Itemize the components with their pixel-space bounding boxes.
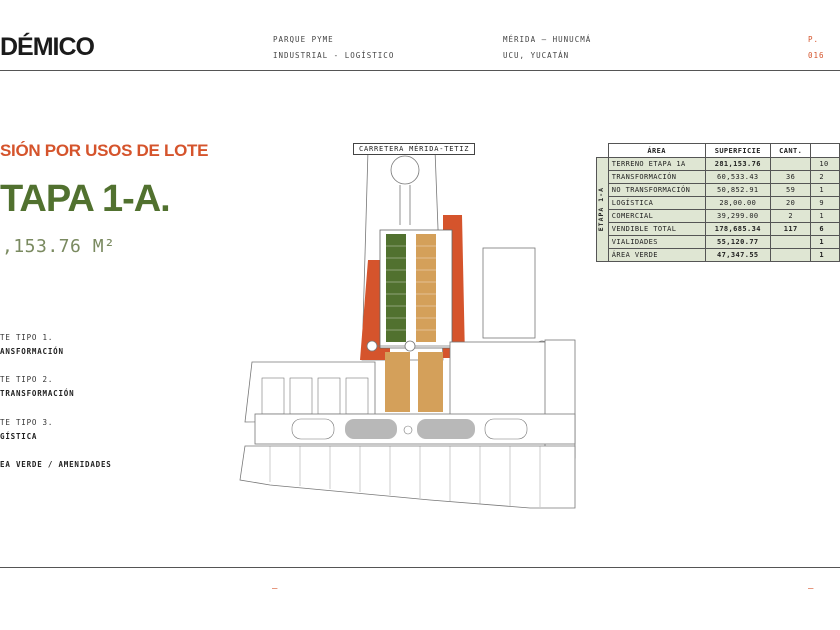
brand-logo: DÉMICO [0,33,95,61]
table-header-row: ÁREA SUPERFICIE CANT. [597,143,840,158]
page-number: P. 016 [808,35,825,60]
table-row: ETAPA 1-A TERRENO ETAPA 1A 281,153.76 10 [596,157,840,262]
logistics-lots-lower-left [385,352,410,412]
legend-label: TE TIPO 2. [0,375,54,384]
footer-mark-left: — [272,584,278,594]
logistics-lots-lower-right [418,352,443,412]
site-plan-map [239,149,576,509]
column-header-count: CANT. [769,143,812,158]
table-row: LOGÍSTICA 28,00.00 20 9 [597,196,840,210]
location-line-2: UCU, YUCATÁN [503,51,570,60]
green-median-left [345,419,397,439]
transformation-lots [386,234,406,342]
road-label: CARRETERA MÉRIDA-TETIZ [353,143,476,155]
stage-title: TAPA 1-A. [0,178,171,220]
legend-item-type-3: TE TIPO 3. GÍSTICA [0,416,53,444]
column-header-area: ÁREA [607,143,706,158]
legend-sublabel: ANSFORMACIÓN [0,347,64,356]
legend-item-green-area: EA VERDE / AMENIDADES [0,458,112,472]
project-line-1: PARQUE PYME [273,35,334,44]
footer-divider [0,567,840,568]
project-location: MÉRIDA — HUNUCMÁ UCU, YUCATÁN [503,32,591,64]
column-header-extra [810,143,840,158]
legend-label: EA VERDE / AMENIDADES [0,460,112,469]
table-row: VENDIBLE TOTAL 178,685.34 117 6 [597,222,840,236]
header-divider [0,70,840,71]
green-median-right [417,419,475,439]
stage-area: ,153.76 M² [2,236,116,257]
table-row: TRANSFORMACIÓN 60,533.43 36 2 [597,170,840,184]
logistics-lots-upper [416,234,436,342]
column-header-surface: SUPERFICIE [704,143,772,158]
table-row: ÁREA VERDE 47,347.55 1 [597,248,840,262]
table-row: VIALIDADES 55,120.77 1 [597,235,840,249]
legend-label: TE TIPO 3. [0,418,54,427]
footer-mark-right: — [808,584,814,594]
table-row: NO TRANSFORMACIÓN 50,852.91 59 1 [597,183,840,197]
area-summary-table: ÁREA SUPERFICIE CANT. ETAPA 1-A TERRENO … [596,143,840,262]
legend-item-type-1: TE TIPO 1. ANSFORMACIÓN [0,331,64,359]
legend-sublabel: GÍSTICA [0,432,38,441]
project-name: PARQUE PYME INDUSTRIAL - LOGÍSTICO [273,32,394,64]
location-line-1: MÉRIDA — HUNUCMÁ [503,35,592,44]
legend-sublabel: TRANSFORMACIÓN [0,389,75,398]
project-line-2: INDUSTRIAL - LOGÍSTICO [273,51,395,60]
legend-label: TE TIPO 1. [0,333,54,342]
stage-side-label: ETAPA 1-A [596,157,609,262]
table-row: COMERCIAL 39,299.00 2 1 [597,209,840,223]
section-title: SIÓN POR USOS DE LOTE [0,141,209,160]
legend-item-type-2: TE TIPO 2. TRANSFORMACIÓN [0,373,74,401]
